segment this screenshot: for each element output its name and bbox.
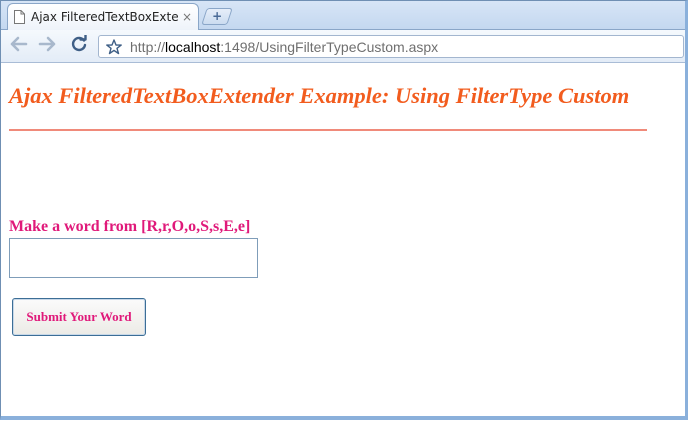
page-content: Ajax FilteredTextBoxExtender Example: Us… <box>1 63 685 416</box>
tab-close-icon[interactable]: × <box>182 10 192 24</box>
tab-strip: Ajax FilteredTextBoxExten… × + <box>1 1 685 30</box>
reload-icon <box>70 33 88 58</box>
url-text: http://localhost:1498/UsingFilterTypeCus… <box>130 39 438 55</box>
forward-arrow-icon <box>38 36 56 57</box>
submit-word-button[interactable]: Submit Your Word <box>12 298 146 336</box>
back-button[interactable] <box>8 36 30 56</box>
star-icon[interactable] <box>103 38 125 55</box>
address-bar[interactable]: http://localhost:1498/UsingFilterTypeCus… <box>98 35 684 58</box>
reload-button[interactable] <box>68 33 90 58</box>
browser-toolbar: http://localhost:1498/UsingFilterTypeCus… <box>1 30 685 63</box>
plus-icon: + <box>212 9 223 23</box>
page-title: Ajax FilteredTextBoxExtender Example: Us… <box>9 83 630 108</box>
word-prompt-label: Make a word from [R,r,O,o,S,s,E,e] <box>9 218 251 235</box>
url-host: localhost <box>165 38 221 55</box>
title-divider <box>9 129 647 131</box>
page-icon <box>14 10 25 24</box>
tab-title: Ajax FilteredTextBoxExten… <box>31 10 178 24</box>
word-input[interactable] <box>9 238 258 278</box>
browser-window: Ajax FilteredTextBoxExten… × + <box>0 0 688 420</box>
url-scheme: http:// <box>130 38 166 55</box>
new-tab-button[interactable]: + <box>201 8 233 25</box>
browser-tab[interactable]: Ajax FilteredTextBoxExten… × <box>7 3 199 30</box>
forward-button[interactable] <box>36 36 58 56</box>
back-arrow-icon <box>10 36 28 57</box>
url-path: :1498/UsingFilterTypeCustom.aspx <box>220 38 439 55</box>
